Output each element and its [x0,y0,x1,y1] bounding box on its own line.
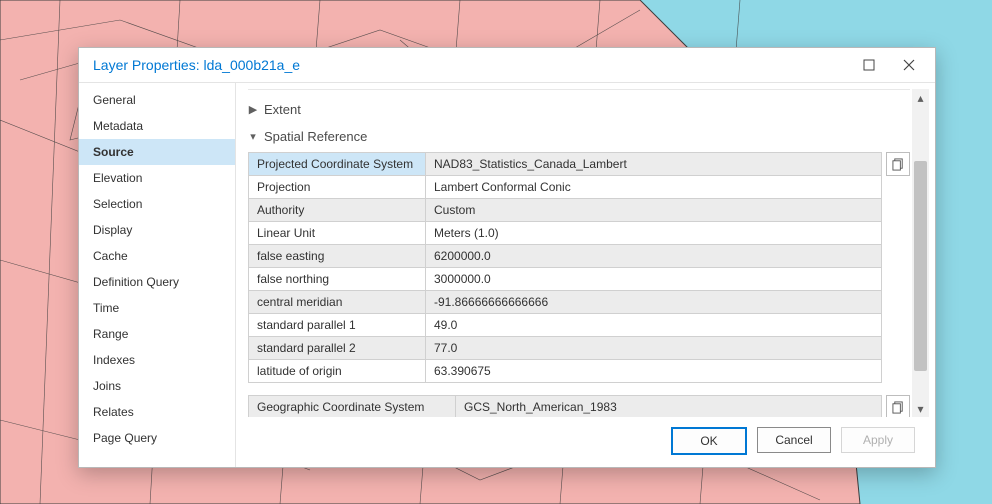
property-key: standard parallel 1 [249,314,426,337]
maximize-button[interactable] [849,51,889,79]
table-row[interactable]: AuthorityCustom [249,199,882,222]
chevron-right-icon: ▶ [248,103,258,116]
cancel-button[interactable]: Cancel [757,427,831,453]
geographic-cs-table: Geographic Coordinate SystemGCS_North_Am… [248,395,882,417]
property-value: NAD83_Statistics_Canada_Lambert [426,153,882,176]
property-key: latitude of origin [249,360,426,383]
spatial-reference-table: Projected Coordinate SystemNAD83_Statist… [248,152,882,383]
sidebar-item-metadata[interactable]: Metadata [79,113,235,139]
vertical-scrollbar[interactable]: ▴ ▾ [912,89,929,417]
chevron-down-icon: ▾ [248,130,258,143]
property-value: -91.86666666666666 [426,291,882,314]
cancel-button-label: Cancel [775,433,812,447]
sidebar-item-indexes[interactable]: Indexes [79,347,235,373]
property-key: Geographic Coordinate System [249,396,456,418]
property-value: 3000000.0 [426,268,882,291]
property-value: Lambert Conformal Conic [426,176,882,199]
sidebar-item-range[interactable]: Range [79,321,235,347]
copy-gcs-button[interactable] [886,395,910,417]
sidebar-item-page-query[interactable]: Page Query [79,425,235,451]
sidebar-item-time[interactable]: Time [79,295,235,321]
property-key: central meridian [249,291,426,314]
property-key: Linear Unit [249,222,426,245]
dialog-title: Layer Properties: lda_000b21a_e [93,57,849,73]
property-value: 77.0 [426,337,882,360]
property-value: 49.0 [426,314,882,337]
layer-properties-dialog: Layer Properties: lda_000b21a_e GeneralM… [78,47,936,468]
sidebar-item-display[interactable]: Display [79,217,235,243]
ok-button-label: OK [700,434,717,448]
table-row[interactable]: standard parallel 277.0 [249,337,882,360]
table-row[interactable]: ProjectionLambert Conformal Conic [249,176,882,199]
extent-section-label: Extent [264,102,301,117]
table-row[interactable]: false northing3000000.0 [249,268,882,291]
property-value: GCS_North_American_1983 [456,396,882,418]
scroll-down-icon[interactable]: ▾ [912,400,929,417]
sidebar-item-elevation[interactable]: Elevation [79,165,235,191]
dialog-footer: OK Cancel Apply [248,417,929,467]
extent-section-header[interactable]: ▶ Extent [248,98,910,125]
scroll-up-icon[interactable]: ▴ [912,89,929,106]
property-key: false northing [249,268,426,291]
ok-button[interactable]: OK [671,427,747,455]
sidebar-item-cache[interactable]: Cache [79,243,235,269]
spatial-reference-section-header[interactable]: ▾ Spatial Reference [248,125,910,152]
property-key: standard parallel 2 [249,337,426,360]
category-sidebar[interactable]: GeneralMetadataSourceElevationSelectionD… [79,83,236,467]
property-key: false easting [249,245,426,268]
property-value: Custom [426,199,882,222]
property-value: 63.390675 [426,360,882,383]
apply-button: Apply [841,427,915,453]
spatial-reference-section-label: Spatial Reference [264,129,367,144]
scrollbar-thumb[interactable] [914,161,927,371]
table-row[interactable]: standard parallel 149.0 [249,314,882,337]
sidebar-item-selection[interactable]: Selection [79,191,235,217]
titlebar: Layer Properties: lda_000b21a_e [79,48,935,82]
sidebar-item-relates[interactable]: Relates [79,399,235,425]
property-key: Projection [249,176,426,199]
sidebar-item-source[interactable]: Source [79,139,235,165]
table-row[interactable]: latitude of origin63.390675 [249,360,882,383]
sidebar-item-general[interactable]: General [79,87,235,113]
sidebar-item-joins[interactable]: Joins [79,373,235,399]
property-value: Meters (1.0) [426,222,882,245]
table-row[interactable]: Linear UnitMeters (1.0) [249,222,882,245]
close-button[interactable] [889,51,929,79]
sidebar-item-definition-query[interactable]: Definition Query [79,269,235,295]
property-value: 6200000.0 [426,245,882,268]
property-key: Authority [249,199,426,222]
table-row[interactable]: false easting6200000.0 [249,245,882,268]
table-row[interactable]: Projected Coordinate SystemNAD83_Statist… [249,153,882,176]
table-row[interactable]: Geographic Coordinate SystemGCS_North_Am… [249,396,882,418]
copy-spatial-reference-button[interactable] [886,152,910,176]
apply-button-label: Apply [863,433,893,447]
properties-panel: ▶ Extent ▾ Spatial Reference Projected C… [248,89,910,417]
table-row[interactable]: central meridian-91.86666666666666 [249,291,882,314]
property-key: Projected Coordinate System [249,153,426,176]
